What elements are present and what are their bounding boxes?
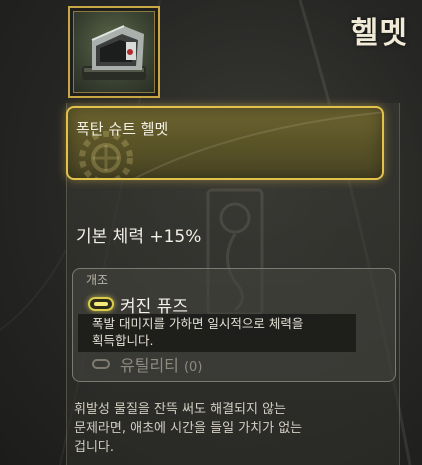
- flavor-line: 겁니다.: [74, 440, 115, 455]
- utility-label: 유틸리티: [120, 356, 179, 375]
- item-thumbnail[interactable]: [68, 6, 160, 98]
- base-health-stat: 기본 체력 +15%: [76, 227, 202, 247]
- helmet-icon: [82, 25, 146, 80]
- flavor-line: 휘발성 물질을 잔뜩 써도 해결되지 않는: [74, 402, 287, 417]
- category-title: 헬멧: [350, 16, 408, 51]
- flavor-text: 휘발성 물질을 잔뜩 써도 해결되지 않는 문제라면, 애초에 시간을 들일 가…: [74, 400, 374, 457]
- mod-description-line: 획득합니다.: [92, 333, 154, 348]
- active-fuse-socket-icon: [88, 297, 114, 311]
- mod-header: 개조: [86, 273, 109, 287]
- mod-description: 폭발 대미지를 가하면 일시적으로 체력을 획득합니다.: [92, 315, 362, 349]
- flavor-line: 문제라면, 애초에 시간을 들일 가치가 없는: [74, 421, 303, 436]
- empty-socket-icon: [92, 359, 110, 369]
- utility-slot[interactable]: 유틸리티 (0): [120, 352, 202, 376]
- mod-description-line: 폭발 대미지를 가하면 일시적으로 체력을: [92, 316, 304, 331]
- item-name-plate: 폭탄 슈트 헬멧: [66, 106, 384, 180]
- utility-count: (0): [183, 360, 203, 375]
- item-name: 폭탄 슈트 헬멧: [76, 120, 169, 138]
